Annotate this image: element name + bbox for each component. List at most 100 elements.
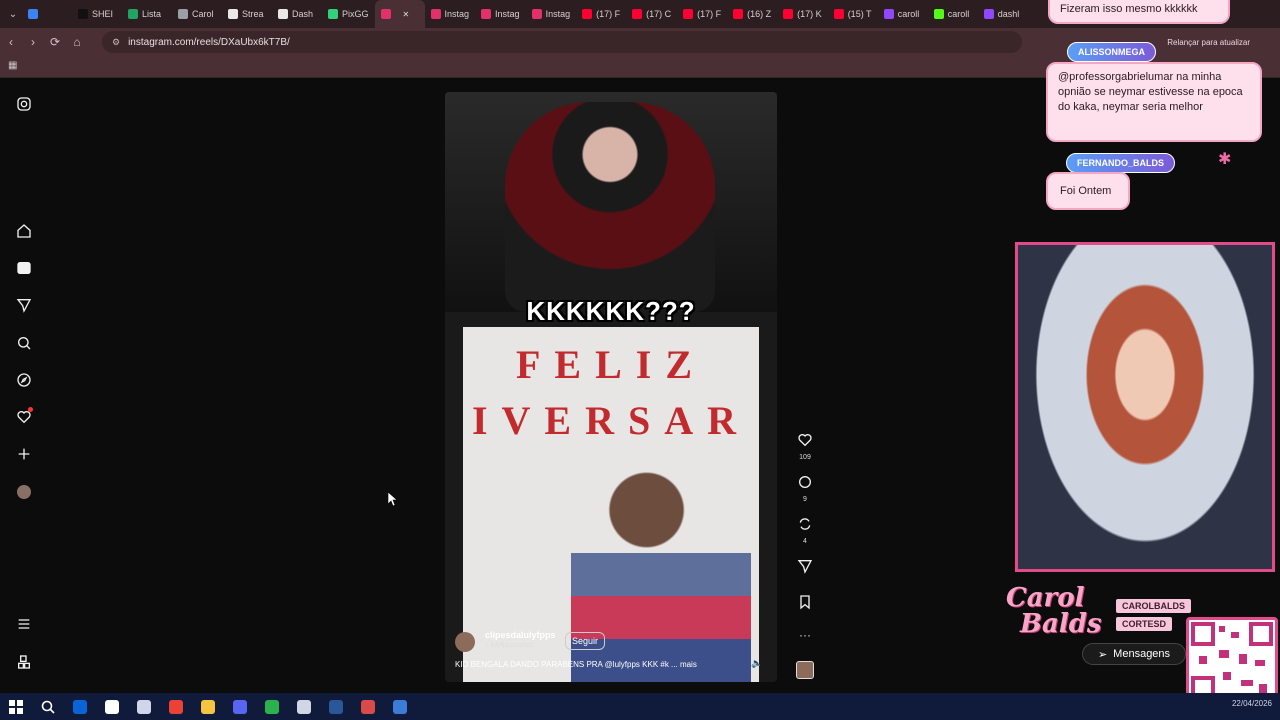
tab-search-icon[interactable]: ⌄ xyxy=(4,9,22,20)
more-menu-icon[interactable] xyxy=(14,614,34,634)
profile-avatar[interactable] xyxy=(14,482,34,502)
browser-tab[interactable]: Lista xyxy=(122,0,172,28)
app-icon xyxy=(297,699,311,714)
share-button[interactable] xyxy=(793,558,817,579)
like-button[interactable]: 109 xyxy=(793,432,817,461)
app-icon xyxy=(201,699,215,714)
site-info-icon[interactable]: ⚙ xyxy=(112,37,120,48)
tab-label: PixGG xyxy=(342,9,369,19)
browser-tab[interactable]: SHEI xyxy=(72,0,122,28)
browser-tab[interactable]: Instag xyxy=(425,0,476,28)
app-icon xyxy=(169,699,183,714)
taskbar-app-icon[interactable] xyxy=(224,693,256,720)
browser-tab[interactable]: PixGG xyxy=(322,0,375,28)
tab-favicon-icon xyxy=(582,9,593,19)
tab-label: (16) Z xyxy=(747,9,772,19)
more-options-icon[interactable]: ··· xyxy=(793,628,817,642)
taskbar-app-icon[interactable] xyxy=(64,693,96,720)
search-icon[interactable] xyxy=(14,333,34,353)
taskbar-app-icon[interactable] xyxy=(128,693,160,720)
reels-nav-icon[interactable] xyxy=(14,258,34,278)
meta-apps-icon[interactable] xyxy=(14,652,34,672)
browser-tab[interactable]: caroll xyxy=(928,0,978,28)
reload-hint[interactable]: Relançar para atualizar xyxy=(1167,38,1250,47)
tab-favicon-icon xyxy=(783,9,794,19)
audio-name: lulyfppscortes xyxy=(490,642,534,649)
taskbar-app-icon[interactable] xyxy=(192,693,224,720)
back-icon[interactable]: ‹ xyxy=(0,35,22,49)
tab-favicon-icon xyxy=(78,9,88,19)
forward-icon[interactable]: › xyxy=(22,35,44,49)
taskbar-search-icon[interactable] xyxy=(32,693,64,720)
browser-tab[interactable]: (17) F xyxy=(677,0,727,28)
brand-logo: Carol Balds xyxy=(1006,585,1102,637)
repost-icon xyxy=(799,518,811,530)
browser-tab[interactable]: (17) K xyxy=(777,0,828,28)
social-handle-1: CAROLBALDS xyxy=(1116,599,1191,613)
tab-label: (17) F xyxy=(596,9,621,19)
tab-label: Strea xyxy=(242,9,264,19)
browser-tab[interactable] xyxy=(22,0,72,28)
browser-tab[interactable]: dashl xyxy=(978,0,1028,28)
creator-username[interactable]: clipesdalulyfpps xyxy=(485,630,556,640)
taskbar-app-icon[interactable] xyxy=(96,693,128,720)
browser-tab[interactable]: (17) C xyxy=(626,0,677,28)
tab-favicon-icon xyxy=(632,9,643,19)
direct-messages-icon[interactable] xyxy=(14,295,34,315)
brand-line-1: Carol xyxy=(1006,583,1085,613)
taskbar-app-icon[interactable] xyxy=(320,693,352,720)
browser-tab[interactable]: ✕ xyxy=(374,0,425,28)
apps-grid-icon[interactable]: ▦ xyxy=(8,60,17,71)
taskbar-app-icon[interactable] xyxy=(352,693,384,720)
taskbar-app-icon[interactable] xyxy=(288,693,320,720)
browser-tab[interactable]: Carol xyxy=(172,0,222,28)
taskbar-app-icon[interactable] xyxy=(384,693,416,720)
browser-tab[interactable]: (17) F xyxy=(576,0,626,28)
reload-icon[interactable]: ⟳ xyxy=(44,35,66,49)
tab-label: (17) C xyxy=(646,9,672,19)
app-icon xyxy=(361,699,375,714)
app-icon xyxy=(233,699,247,714)
app-icon xyxy=(265,699,279,714)
follow-button[interactable]: Seguir xyxy=(565,632,606,650)
browser-tab[interactable]: Dash xyxy=(272,0,322,28)
volume-icon[interactable]: 🔈 xyxy=(751,658,762,669)
start-icon[interactable] xyxy=(0,693,32,720)
tab-favicon-icon xyxy=(833,9,844,19)
instagram-logo-icon[interactable] xyxy=(14,94,34,114)
notifications-heart-icon[interactable] xyxy=(14,407,34,427)
comment-button[interactable]: 9 xyxy=(793,474,817,503)
repost-button[interactable]: 4 xyxy=(793,516,817,545)
audio-label[interactable]: ♪ lulyfppscortes xyxy=(485,642,533,649)
address-bar[interactable]: ⚙ instagram.com/reels/DXaUbx6kT7B/ xyxy=(102,31,1022,53)
browser-tab[interactable]: Strea xyxy=(222,0,272,28)
tab-favicon-icon xyxy=(683,9,694,19)
save-button[interactable] xyxy=(793,594,817,615)
taskbar-app-icon[interactable] xyxy=(256,693,288,720)
messages-button[interactable]: ➢ Mensagens xyxy=(1082,643,1186,665)
tab-favicon-icon xyxy=(983,9,994,19)
browser-tab[interactable]: caroll xyxy=(878,0,928,28)
close-tab-icon[interactable]: ✕ xyxy=(403,10,410,19)
reel-video[interactable]: FELIZ IVERSAR KKKKKK??? clipesdalulyfpps… xyxy=(445,92,777,682)
home-nav-icon[interactable] xyxy=(14,221,34,241)
browser-tab[interactable]: Instag xyxy=(526,0,577,28)
tab-favicon-icon xyxy=(178,9,188,19)
audio-thumbnail[interactable] xyxy=(793,661,817,679)
reel-caption[interactable]: KID BENGALA DANDO PARABÉNS PRA @lulyfpps… xyxy=(455,660,735,669)
browser-tab[interactable]: (16) Z xyxy=(727,0,777,28)
brand-line-2: Balds xyxy=(1020,609,1102,639)
messages-label: Mensagens xyxy=(1113,648,1171,660)
comment-count: 9 xyxy=(803,496,807,503)
taskbar-app-icon[interactable] xyxy=(160,693,192,720)
chat-message-3: Foi Ontem xyxy=(1046,172,1130,210)
taskbar-date[interactable]: 22/04/2026 xyxy=(1232,699,1272,708)
creator-avatar[interactable] xyxy=(455,632,475,652)
explore-icon[interactable] xyxy=(14,370,34,390)
browser-tab[interactable]: Instag xyxy=(475,0,526,28)
home-icon[interactable]: ⌂ xyxy=(66,35,88,49)
browser-tab[interactable]: (15) T xyxy=(828,0,878,28)
banner-line-2: IVERSAR xyxy=(471,398,751,443)
create-plus-icon[interactable] xyxy=(14,444,34,464)
repost-count: 4 xyxy=(803,538,807,545)
